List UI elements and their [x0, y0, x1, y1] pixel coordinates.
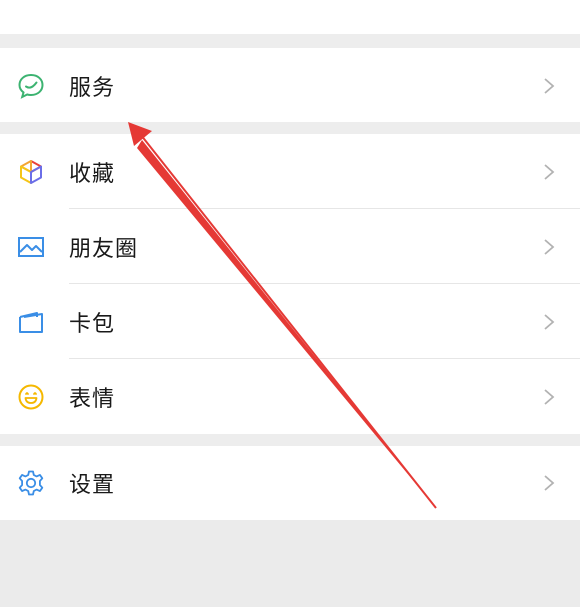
section-gap	[0, 122, 580, 134]
chevron-right-icon	[542, 238, 556, 256]
menu-item-label: 卡包	[69, 311, 116, 337]
settings-group: 设置	[0, 446, 580, 520]
chevron-right-icon	[542, 388, 556, 406]
empty-area	[0, 520, 580, 607]
chevron-right-icon	[542, 474, 556, 492]
menu-item-label: 收藏	[69, 161, 116, 187]
top-card-remainder	[0, 0, 580, 34]
section-gap	[0, 34, 580, 48]
service-group: 服务	[0, 48, 580, 122]
gear-icon	[17, 469, 45, 497]
menu-item-label: 服务	[69, 75, 116, 101]
chat-bubble-icon	[17, 72, 45, 100]
card-wallet-icon	[17, 308, 45, 336]
chevron-right-icon	[542, 313, 556, 331]
menu-item-label: 设置	[69, 473, 116, 498]
menu-item-service[interactable]: 服务	[0, 48, 580, 123]
menu-item-stickers[interactable]: 表情	[0, 359, 580, 434]
menu-item-label: 朋友圈	[69, 236, 139, 262]
menu-item-favorites[interactable]: 收藏	[0, 134, 580, 209]
chevron-right-icon	[542, 163, 556, 181]
menu-item-cards[interactable]: 卡包	[0, 284, 580, 359]
menu-item-label: 表情	[69, 386, 116, 412]
main-group: 收藏 朋友圈 卡包 表情	[0, 134, 580, 434]
section-gap	[0, 434, 580, 446]
smiley-icon	[17, 383, 45, 411]
cube-icon	[17, 158, 45, 186]
menu-item-moments[interactable]: 朋友圈	[0, 209, 580, 284]
menu-item-settings[interactable]: 设置	[0, 446, 580, 520]
image-icon	[17, 233, 45, 261]
chevron-right-icon	[542, 77, 556, 95]
